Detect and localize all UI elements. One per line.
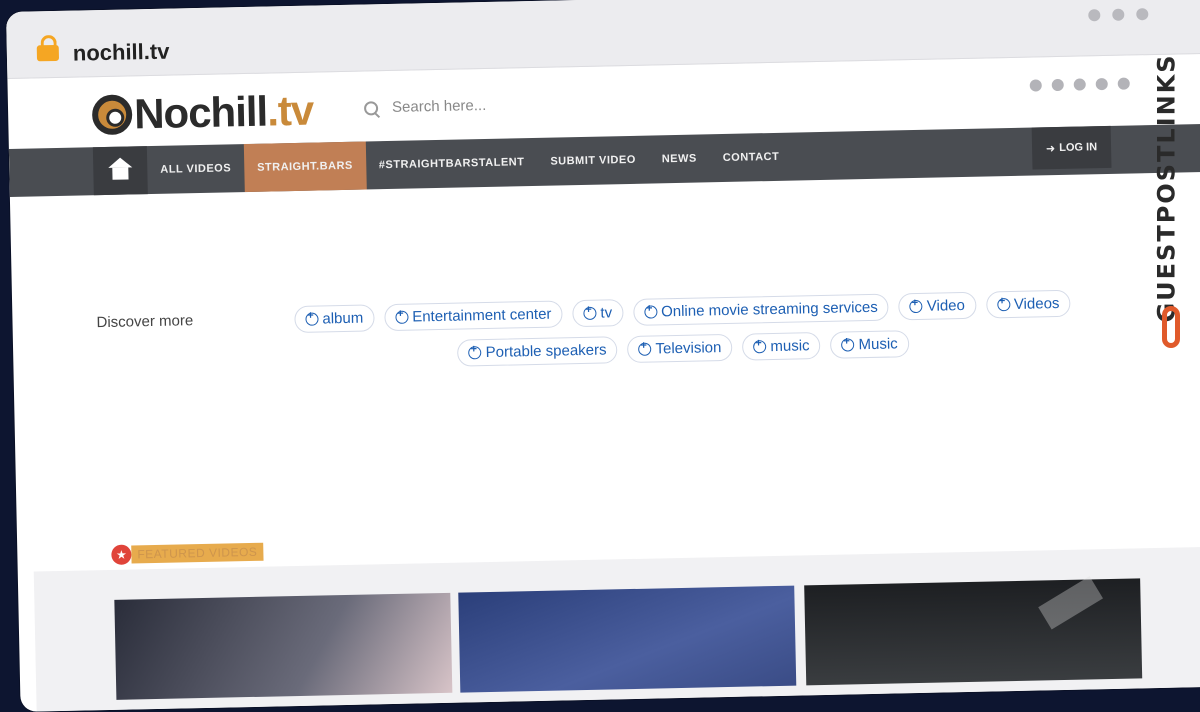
chip-label: music <box>770 337 810 356</box>
plus-circle-icon <box>753 340 767 354</box>
plus-circle-icon <box>583 306 597 320</box>
chip-album[interactable]: album <box>294 304 375 334</box>
nav-item-contact[interactable]: CONTACT <box>709 133 792 183</box>
chip-label: Videos <box>1013 295 1060 313</box>
home-icon <box>112 167 129 180</box>
chip-portable-speakers[interactable]: Portable speakers <box>457 336 618 367</box>
chip-videos[interactable]: Videos <box>985 289 1071 319</box>
plus-circle-icon <box>305 312 319 326</box>
twitter-icon[interactable] <box>1051 78 1064 92</box>
window-dot[interactable] <box>1136 8 1149 21</box>
facebook-icon[interactable] <box>1029 79 1042 92</box>
plus-circle-icon <box>395 310 409 324</box>
video-thumbnail[interactable] <box>114 592 453 700</box>
video-thumbnail[interactable] <box>804 578 1143 686</box>
youtube-icon[interactable] <box>1095 77 1108 91</box>
address-bar[interactable]: nochill.tv <box>73 39 170 67</box>
chip-music-upper[interactable]: Music <box>830 330 909 359</box>
star-icon: ★ <box>111 544 132 565</box>
window-controls <box>1088 8 1149 22</box>
chip-label: Portable speakers <box>485 341 607 362</box>
logo-main-text: Nochill <box>133 87 268 138</box>
chip-video[interactable]: Video <box>898 291 977 321</box>
instagram-icon[interactable] <box>1073 78 1086 91</box>
video-thumbnail[interactable] <box>458 585 797 693</box>
featured-label: FEATURED VIDEOS <box>131 542 264 564</box>
chip-online-movie-streaming[interactable]: Online movie streaming services <box>632 293 890 326</box>
social-links <box>1029 77 1130 92</box>
watermark: GUESTPOSTLINKS <box>1150 53 1200 364</box>
discover-chips: album Entertainment center tv Online mov… <box>212 288 1153 372</box>
nav-home-button[interactable] <box>92 146 148 196</box>
logo-suffix-text: .tv <box>266 86 314 135</box>
chip-music[interactable]: music <box>742 332 821 361</box>
featured-heading: ★ FEATURED VIDEOS <box>111 542 264 565</box>
nav-item-all-videos[interactable]: ALL VIDEOS <box>147 144 245 194</box>
chip-label: album <box>322 309 364 328</box>
featured-videos <box>33 546 1200 712</box>
login-button[interactable]: ➜ LOG IN <box>1031 125 1112 170</box>
window-dot[interactable] <box>1112 8 1125 21</box>
logo-mark-icon <box>91 94 133 136</box>
chip-label: Online movie streaming services <box>660 298 878 321</box>
chip-label: Music <box>858 335 898 354</box>
lock-icon <box>36 44 60 62</box>
plus-circle-icon <box>996 298 1010 312</box>
chip-television[interactable]: Television <box>627 333 733 364</box>
nav-item-straightbarstalent[interactable]: #STRAIGHTBARSTALENT <box>365 138 538 190</box>
nav-item-submit-video[interactable]: SUBMIT VIDEO <box>537 136 649 186</box>
chip-label: Video <box>926 296 966 315</box>
chain-link-icon <box>1162 306 1180 348</box>
login-label: LOG IN <box>1059 141 1098 154</box>
search-input[interactable] <box>389 85 655 123</box>
chip-label: tv <box>600 304 613 322</box>
plus-circle-icon <box>468 346 482 360</box>
chip-tv[interactable]: tv <box>572 299 624 328</box>
watermark-text: GUESTPOSTLINKS <box>1152 53 1181 323</box>
discover-more: Discover more album Entertainment center… <box>96 288 1156 367</box>
chip-entertainment-center[interactable]: Entertainment center <box>383 300 563 332</box>
search-icon <box>363 101 379 116</box>
chip-label: Television <box>655 339 722 358</box>
plus-circle-icon <box>643 305 658 319</box>
browser-window: nochill.tv Nochill.tv ALL VIDEOS STRAIGH… <box>6 0 1200 712</box>
plus-circle-icon <box>909 299 923 314</box>
discover-label: Discover more <box>96 312 194 332</box>
logo[interactable]: Nochill.tv <box>91 86 314 140</box>
plus-circle-icon <box>638 342 652 356</box>
rss-icon[interactable] <box>1117 77 1130 90</box>
nav-item-straight-bars[interactable]: STRAIGHT.BARS <box>243 141 367 193</box>
login-icon: ➜ <box>1045 142 1056 155</box>
chip-label: Entertainment center <box>412 305 552 326</box>
window-dot[interactable] <box>1088 9 1101 22</box>
plus-circle-icon <box>841 338 855 352</box>
nav-item-news[interactable]: NEWS <box>648 134 710 183</box>
